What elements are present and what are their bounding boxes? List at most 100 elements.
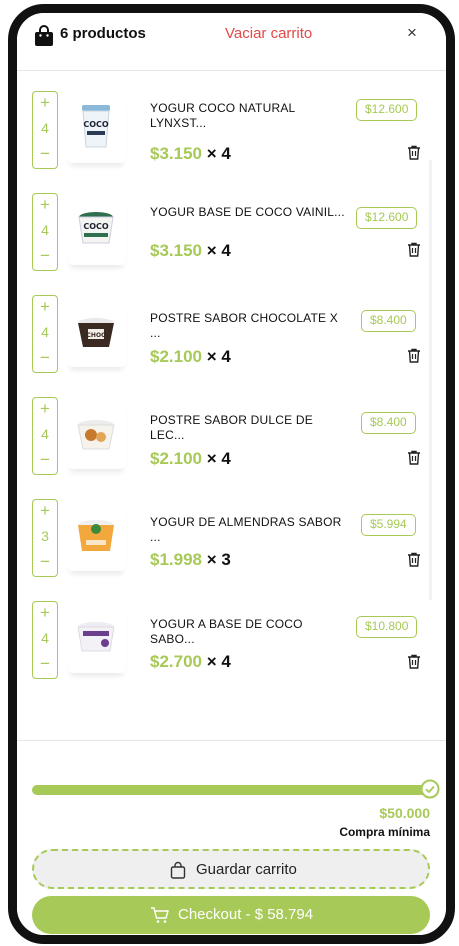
price-value: $2.100 xyxy=(150,449,202,468)
cart-item: + 4 − COCO YOGUR COCO NATURAL LYNXST... … xyxy=(17,91,446,191)
quantity-value: 4 xyxy=(41,120,49,136)
price-value: $3.150 xyxy=(150,241,202,260)
progress-fill xyxy=(32,785,432,795)
minimum-amount: $50.000 xyxy=(379,805,430,821)
cart-item: + 4 − CHOC POSTRE SABOR CHOCOLATE X ... … xyxy=(17,295,446,395)
quantity-multiplier: × 4 xyxy=(206,652,231,671)
svg-text:CHOC: CHOC xyxy=(87,332,107,339)
line-subtotal: $8.400 xyxy=(361,310,416,332)
save-cart-label: Guardar carrito xyxy=(196,861,297,878)
dessert-cup-icon: CHOC xyxy=(78,318,114,347)
quantity-value: 4 xyxy=(41,324,49,340)
trash-icon[interactable] xyxy=(407,242,421,257)
price-value: $1.998 xyxy=(150,550,202,569)
quantity-stepper: + 3 − xyxy=(32,499,58,577)
product-name: POSTRE SABOR DULCE DE LEC... xyxy=(150,413,313,442)
quantity-stepper: + 4 − xyxy=(32,601,58,679)
price-value: $2.100 xyxy=(150,347,202,366)
quantity-multiplier: × 4 xyxy=(206,449,231,468)
product-image: COCO xyxy=(67,193,126,265)
increase-button[interactable]: + xyxy=(33,603,57,623)
yogurt-cup-icon xyxy=(77,622,115,652)
increase-button[interactable]: + xyxy=(33,501,57,521)
cart-item: + 4 − COCO YOGUR BASE DE COCO VAINIL... … xyxy=(17,193,446,293)
quantity-multiplier: × 4 xyxy=(206,144,231,163)
check-circle-icon xyxy=(420,779,440,799)
product-image xyxy=(67,601,126,673)
product-name: YOGUR BASE DE COCO VAINIL... xyxy=(150,205,345,219)
line-subtotal: $12.600 xyxy=(356,207,418,229)
trash-icon[interactable] xyxy=(407,552,421,567)
clear-cart-button[interactable]: Vaciar carrito xyxy=(225,25,312,42)
trash-icon[interactable] xyxy=(407,145,421,160)
unit-price: $2.700 × 4 xyxy=(150,652,231,672)
quantity-multiplier: × 3 xyxy=(206,550,231,569)
unit-price: $3.150 × 4 xyxy=(150,241,231,261)
unit-price: $1.998 × 3 xyxy=(150,550,231,570)
line-subtotal: $5.994 xyxy=(361,514,416,536)
quantity-value: 4 xyxy=(41,630,49,646)
price-value: $3.150 xyxy=(150,144,202,163)
yogurt-cup-icon: COCO xyxy=(82,105,110,148)
checkout-label: Checkout - $ 58.794 xyxy=(178,906,314,923)
save-cart-button[interactable]: Guardar carrito xyxy=(32,849,430,889)
cart-item: + 3 − YOGUR DE ALMENDRAS SABOR ... $1.99… xyxy=(17,499,446,599)
cart-item: + 4 − YOGUR A BASE DE COCO SABO... $2.70… xyxy=(17,601,446,701)
cart-header: 6 productos Vaciar carrito × xyxy=(17,13,446,71)
quantity-stepper: + 4 − xyxy=(32,295,58,373)
quantity-stepper: + 4 − xyxy=(32,193,58,271)
dessert-cup-icon xyxy=(77,420,115,450)
quantity-stepper: + 4 − xyxy=(32,397,58,475)
quantity-value: 4 xyxy=(41,222,49,238)
product-name: YOGUR A BASE DE COCO SABO... xyxy=(150,617,303,646)
increase-button[interactable]: + xyxy=(33,93,57,113)
minimum-label: Compra mínima xyxy=(339,825,430,839)
line-subtotal: $10.800 xyxy=(356,616,418,638)
product-name: YOGUR DE ALMENDRAS SABOR ... xyxy=(150,515,342,544)
product-name: YOGUR COCO NATURAL LYNXST... xyxy=(150,101,295,130)
svg-text:COCO: COCO xyxy=(83,222,109,231)
line-subtotal: $8.400 xyxy=(361,412,416,434)
decrease-button[interactable]: − xyxy=(33,144,57,164)
cart-panel: 6 productos Vaciar carrito × + 4 − COCO … xyxy=(8,4,455,944)
product-image: COCO xyxy=(67,91,126,163)
quantity-value: 3 xyxy=(41,528,49,544)
quantity-value: 4 xyxy=(41,426,49,442)
close-icon[interactable]: × xyxy=(407,23,421,43)
product-name: POSTRE SABOR CHOCOLATE X ... xyxy=(150,311,338,340)
cart-item: + 4 − POSTRE SABOR DULCE DE LEC... $2.10… xyxy=(17,397,446,497)
price-value: $2.700 xyxy=(150,652,202,671)
unit-price: $2.100 × 4 xyxy=(150,449,231,469)
quantity-stepper: + 4 − xyxy=(32,91,58,169)
yogurt-cup-icon: COCO xyxy=(78,212,114,244)
increase-button[interactable]: + xyxy=(33,195,57,215)
yogurt-cup-icon xyxy=(78,520,114,551)
increase-button[interactable]: + xyxy=(33,399,57,419)
trash-icon[interactable] xyxy=(407,348,421,363)
product-count: 6 productos xyxy=(60,25,146,42)
shopping-bag-outline-icon xyxy=(170,861,186,879)
quantity-multiplier: × 4 xyxy=(206,347,231,366)
unit-price: $3.150 × 4 xyxy=(150,144,231,164)
trash-icon[interactable] xyxy=(407,654,421,669)
trash-icon[interactable] xyxy=(407,450,421,465)
decrease-button[interactable]: − xyxy=(33,348,57,368)
quantity-multiplier: × 4 xyxy=(206,241,231,260)
increase-button[interactable]: + xyxy=(33,297,57,317)
product-image: CHOC xyxy=(67,295,126,367)
line-subtotal: $12.600 xyxy=(356,99,418,121)
product-image xyxy=(67,397,126,469)
cart-footer: $50.000 Compra mínima Guardar carrito Ch… xyxy=(17,740,446,935)
product-image xyxy=(67,499,126,571)
unit-price: $2.100 × 4 xyxy=(150,347,231,367)
decrease-button[interactable]: − xyxy=(33,552,57,572)
svg-text:COCO: COCO xyxy=(83,120,109,129)
decrease-button[interactable]: − xyxy=(33,246,57,266)
decrease-button[interactable]: − xyxy=(33,450,57,470)
minimum-purchase-progress xyxy=(32,785,432,795)
checkout-button[interactable]: Checkout - $ 58.794 xyxy=(32,896,430,934)
shopping-cart-icon xyxy=(151,907,169,923)
shopping-bag-icon xyxy=(35,25,53,46)
cart-items-list[interactable]: + 4 − COCO YOGUR COCO NATURAL LYNXST... … xyxy=(17,72,446,740)
decrease-button[interactable]: − xyxy=(33,654,57,674)
